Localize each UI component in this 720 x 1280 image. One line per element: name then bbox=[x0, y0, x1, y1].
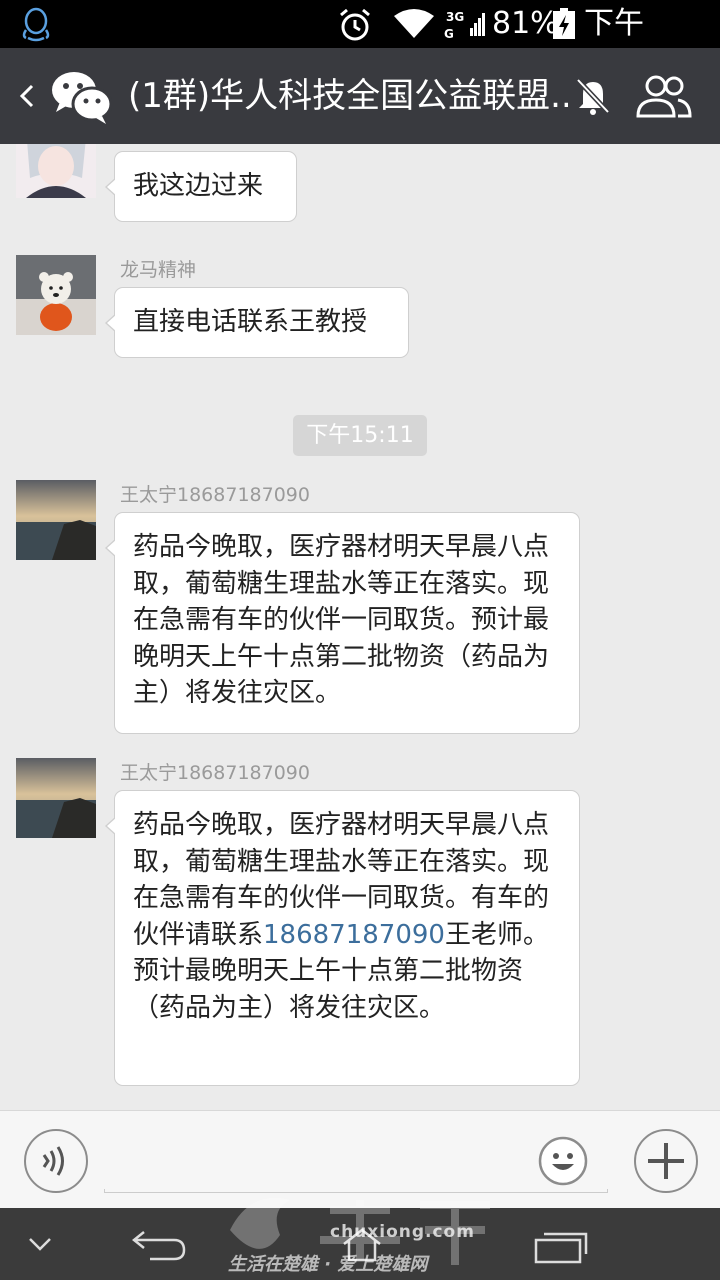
signal-icon: G bbox=[444, 13, 485, 40]
qq-icon bbox=[22, 7, 50, 42]
sender-name: 王太宁18687187090 bbox=[120, 762, 310, 784]
alarm-icon bbox=[340, 8, 370, 41]
nav-back-icon[interactable] bbox=[130, 1228, 188, 1262]
voice-button[interactable] bbox=[24, 1129, 88, 1193]
more-button[interactable] bbox=[634, 1129, 698, 1193]
plus-icon bbox=[648, 1143, 684, 1179]
svg-text:G: G bbox=[444, 27, 454, 40]
phone-link[interactable]: 18687187090 bbox=[263, 920, 445, 950]
sender-name: 王太宁18687187090 bbox=[120, 484, 310, 506]
watermark-slogan: 生活在楚雄 · 爱上楚雄网 bbox=[228, 1254, 428, 1275]
landscape-avatar-icon bbox=[16, 758, 96, 838]
hide-keyboard-icon[interactable] bbox=[26, 1230, 54, 1258]
message-text: 我这边过来 bbox=[133, 171, 264, 201]
avatar[interactable] bbox=[16, 255, 96, 335]
anime-avatar-icon bbox=[16, 144, 96, 198]
wifi-icon bbox=[394, 9, 434, 38]
message-list[interactable]: 我这边过来 龙马精神 直接电话联系王教授 下午15:11 王太宁18687187… bbox=[0, 144, 720, 1110]
group-members-icon[interactable] bbox=[634, 72, 694, 120]
voice-icon bbox=[42, 1146, 64, 1176]
status-bar: 3G G 81% 下午 3:15 bbox=[0, 0, 720, 79]
avatar[interactable] bbox=[16, 144, 96, 198]
battery-charging-icon bbox=[553, 8, 575, 39]
sender-name: 龙马精神 bbox=[120, 259, 197, 281]
message-bubble[interactable]: 直接电话联系王教授 bbox=[105, 287, 409, 358]
message-bubble[interactable]: 我这边过来 bbox=[105, 151, 297, 222]
avatar[interactable] bbox=[16, 758, 96, 838]
chat-title: (1群)华人科技全国公益联盟... bbox=[128, 76, 568, 116]
message-text: 直接电话联系王教授 bbox=[133, 307, 368, 337]
message-text: 药品今晚取，医疗器材明天早晨八点取，葡萄糖生理盐水等正在落实。现在急需有车的伙伴… bbox=[133, 532, 550, 708]
watermark-url: chuxiong.com bbox=[330, 1222, 475, 1242]
message-bubble[interactable]: 药品今晚取，医疗器材明天早晨八点取，葡萄糖生理盐水等正在落实。现在急需有车的伙伴… bbox=[105, 790, 580, 1086]
message-bubble[interactable]: 药品今晚取，医疗器材明天早晨八点取，葡萄糖生理盐水等正在落实。现在急需有车的伙伴… bbox=[105, 512, 580, 734]
emoji-icon[interactable] bbox=[538, 1136, 588, 1186]
time-separator: 下午15:11 bbox=[293, 415, 427, 456]
bear-avatar-icon bbox=[16, 255, 96, 335]
mute-icon bbox=[576, 78, 610, 115]
landscape-avatar-icon bbox=[16, 480, 96, 560]
back-icon[interactable] bbox=[12, 76, 42, 116]
nav-recent-apps-icon[interactable] bbox=[532, 1226, 590, 1266]
wechat-logo-icon bbox=[52, 72, 112, 124]
chat-header: (1群)华人科技全国公益联盟... bbox=[0, 48, 720, 144]
avatar[interactable] bbox=[16, 480, 96, 560]
battery-percent: 81% bbox=[492, 6, 559, 41]
